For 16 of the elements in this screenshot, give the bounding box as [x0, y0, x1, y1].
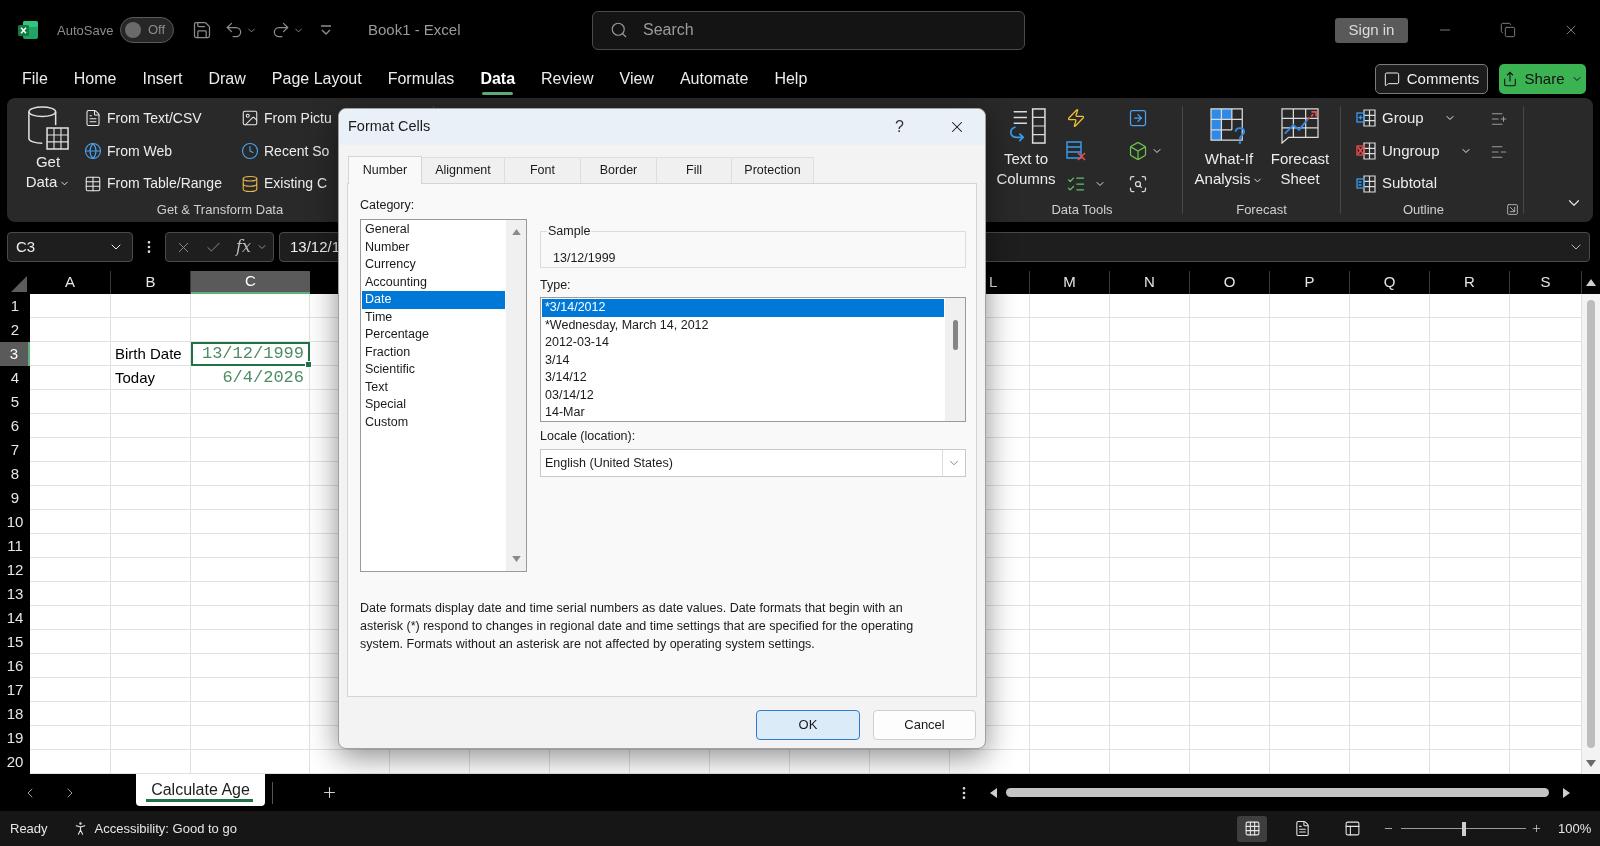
status-text: Ready [10, 819, 48, 838]
window-title: Book1 - Excel [368, 21, 461, 38]
field-label: Type: [540, 278, 572, 293]
table-cell-text: Birth Date [114, 343, 183, 364]
group-label: Data Tools [1051, 201, 1113, 219]
group-label: Get & Transform Data [156, 201, 284, 219]
group-label: Forecast [1236, 201, 1287, 219]
autosave-label: AutoSave [57, 23, 114, 38]
sample-value: 13/12/1999 [553, 249, 617, 267]
field-label: Locale (location): [540, 429, 637, 444]
field-label: Category: [360, 198, 416, 213]
dialog-title: Format Cells [348, 117, 431, 137]
group-label: Outline [1402, 201, 1445, 219]
table-cell-text: Today [114, 367, 157, 388]
description-text: Date formats display date and time serial numbers as date values. Date formats that begin with an asterisk (*) respond to changes in regional date and time settings that are specified for the operating system. Formats without an asterisk are not affected by operating system settings. [360, 600, 915, 653]
sample-label: Sample [547, 223, 592, 240]
